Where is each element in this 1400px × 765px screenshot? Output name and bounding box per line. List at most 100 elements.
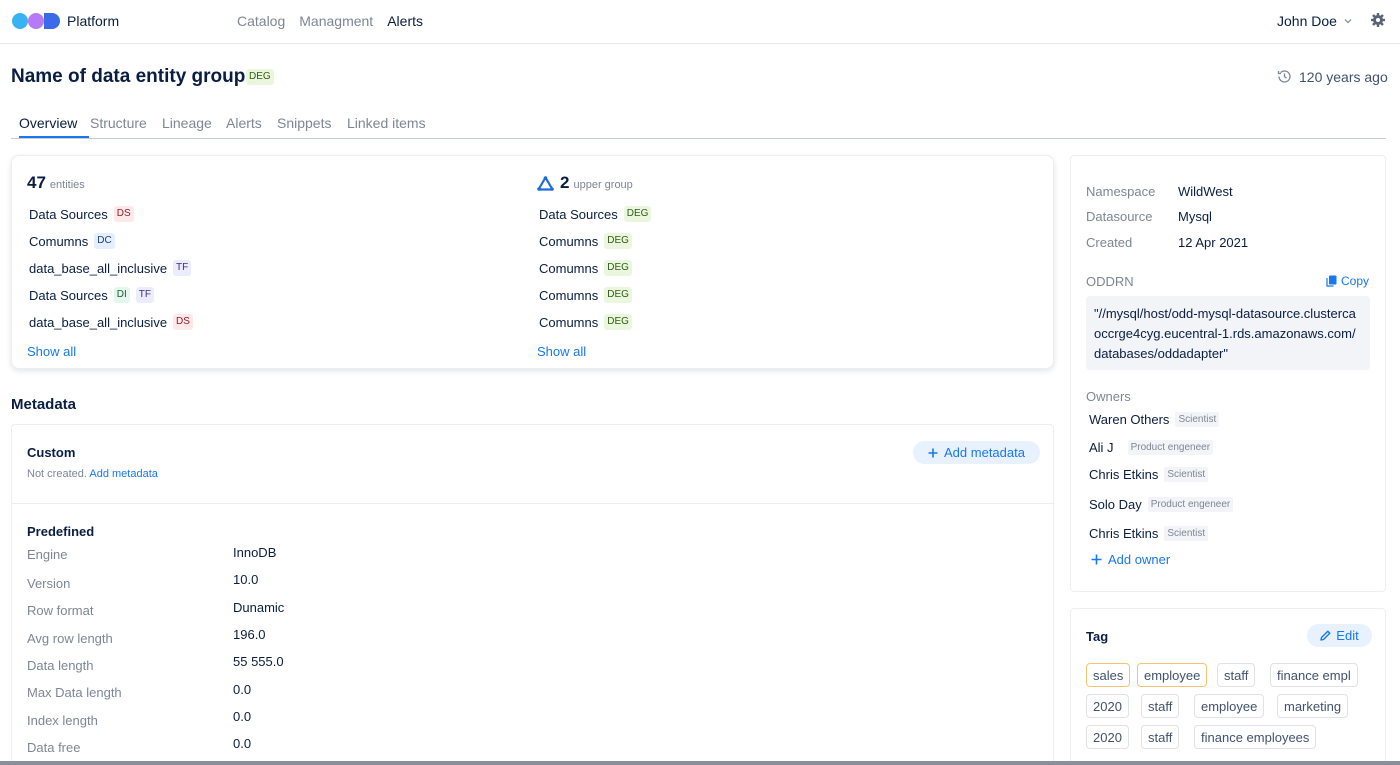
top-navbar: Platform Catalog Managment Alerts John D…: [0, 0, 1400, 44]
platform-logo[interactable]: [12, 13, 60, 29]
tag-item[interactable]: employee: [1194, 694, 1265, 718]
tag-item[interactable]: finance empl: [1270, 663, 1358, 687]
owner-role-badge: Product engeneer: [1127, 440, 1214, 455]
upper-group-item[interactable]: Comumns DEG: [539, 233, 632, 249]
upper-group-badge: DEG: [604, 287, 632, 303]
metadata-value: Dunamic: [233, 600, 285, 615]
upper-group-name: Comumns: [539, 260, 599, 276]
namespace-label: Namespace: [1086, 184, 1156, 199]
add-owner-button[interactable]: Add owner: [1091, 552, 1170, 567]
tab-structure[interactable]: Structure: [90, 115, 147, 139]
upper-group-badge: DEG: [623, 206, 652, 222]
entity-item[interactable]: data_base_all_inclusive TF: [29, 260, 192, 276]
metadata-section-title: Metadata: [11, 396, 77, 413]
tag-item[interactable]: finance employees: [1194, 725, 1317, 749]
tag-item[interactable]: staff: [1141, 694, 1180, 718]
entity-type-badge: DS: [173, 314, 193, 330]
metadata-label: Engine: [27, 547, 68, 562]
entity-name: Data Sources: [29, 206, 108, 222]
upper-group-count-value: 2: [560, 173, 570, 192]
tag-item[interactable]: marketing: [1277, 694, 1349, 718]
entities-count-value: 47: [27, 173, 46, 192]
upper-group-badge: DEG: [604, 314, 632, 330]
entities-count-label: entities: [49, 179, 85, 191]
tag-item[interactable]: staff: [1217, 663, 1256, 687]
oddrn-label: ODDRN: [1086, 274, 1134, 289]
namespace-value: WildWest: [1178, 184, 1233, 199]
metadata-value: 196.0: [233, 627, 266, 642]
tab-linked-items[interactable]: Linked items: [347, 115, 426, 139]
owner-item[interactable]: Waren Others Scientist: [1089, 412, 1220, 427]
upper-group-item[interactable]: Comumns DEG: [539, 260, 632, 276]
created-label: Created: [1086, 235, 1133, 250]
entities-show-all-link[interactable]: Show all: [27, 344, 76, 359]
oddrn-value: "//mysql/host/odd-mysql-datasource.clust…: [1086, 296, 1370, 370]
entity-item[interactable]: Comumns DC: [29, 233, 115, 249]
tags-card: Tag Edit sales employee staff finance em…: [1070, 608, 1386, 765]
metadata-value: 0.0: [233, 736, 252, 751]
entity-name: data_base_all_inclusive: [29, 260, 168, 276]
tag-item[interactable]: sales: [1086, 663, 1131, 687]
tags-title: Tag: [1086, 629, 1109, 644]
owner-item[interactable]: Chris Etkins Scientist: [1089, 526, 1209, 541]
upper-group-item[interactable]: Data Sources DEG: [539, 206, 652, 222]
tab-snippets[interactable]: Snippets: [277, 115, 331, 139]
metadata-label: Data length: [27, 658, 94, 673]
entity-type-badge: DS: [113, 206, 134, 222]
owner-item[interactable]: Chris Etkins Scientist: [1089, 467, 1209, 482]
tag-item[interactable]: 2020: [1086, 694, 1129, 718]
nav-catalog[interactable]: Catalog: [237, 13, 285, 29]
metadata-label: Data free: [27, 740, 81, 755]
entity-name: data_base_all_inclusive: [29, 314, 168, 330]
user-menu[interactable]: John Doe: [1277, 13, 1353, 29]
nav-alerts[interactable]: Alerts: [387, 13, 423, 29]
upper-group-item[interactable]: Comumns DEG: [539, 287, 632, 303]
user-name: John Doe: [1277, 13, 1337, 29]
upper-group-item[interactable]: Comumns DEG: [539, 314, 632, 330]
metadata-card: Custom Not created. Add metadata Add met…: [11, 424, 1054, 765]
tag-item[interactable]: staff: [1141, 725, 1180, 749]
edit-tags-button[interactable]: Edit: [1307, 624, 1372, 647]
copy-label: Copy: [1341, 274, 1370, 288]
tag-item[interactable]: 2020: [1086, 725, 1129, 749]
upper-group-name: Data Sources: [539, 206, 618, 222]
entity-name: Data Sources: [29, 287, 108, 303]
entity-item[interactable]: data_base_all_inclusive DS: [29, 314, 193, 330]
add-metadata-button-label: Add metadata: [944, 445, 1025, 460]
entity-type-badge: DC: [94, 233, 115, 249]
entity-item[interactable]: Data Sources DS: [29, 206, 134, 222]
metadata-label: Max Data length: [27, 685, 122, 700]
tab-bar: Overview Structure Lineage Alerts Snippe…: [11, 115, 1386, 139]
metadata-label: Version: [27, 576, 71, 591]
upper-group-name: Comumns: [539, 233, 599, 249]
owner-item[interactable]: Solo Day Product engeneer: [1089, 497, 1234, 512]
metadata-value: InnoDB: [233, 545, 277, 560]
owner-item[interactable]: Ali J Product engeneer: [1089, 440, 1214, 455]
owner-role-badge: Scientist: [1164, 526, 1209, 541]
tag-item[interactable]: employee: [1137, 663, 1208, 687]
entity-item[interactable]: Data Sources DI TF: [29, 287, 154, 303]
tab-alerts[interactable]: Alerts: [226, 115, 262, 139]
metadata-value: 0.0: [233, 709, 252, 724]
tab-lineage[interactable]: Lineage: [162, 115, 212, 139]
entity-type-badge: DEG: [246, 69, 274, 85]
nav-management[interactable]: Managment: [299, 13, 373, 29]
predefined-metadata-title: Predefined: [27, 524, 95, 539]
add-owner-label: Add owner: [1108, 552, 1171, 567]
custom-metadata-empty: Not created. Add metadata: [27, 468, 158, 480]
upper-group-count-label: upper group: [573, 179, 633, 191]
brand-name[interactable]: Platform: [67, 13, 119, 29]
upper-group-show-all-link[interactable]: Show all: [537, 344, 586, 359]
metadata-label: Avg row length: [27, 631, 113, 646]
upper-group-icon: [537, 175, 554, 191]
updated-time: 120 years ago: [1276, 68, 1388, 85]
created-value: 12 Apr 2021: [1178, 235, 1249, 250]
metadata-value: 0.0: [233, 682, 252, 697]
entity-name: Comumns: [29, 233, 89, 249]
divider: [12, 503, 1053, 504]
owners-label: Owners: [1086, 389, 1131, 404]
add-metadata-link[interactable]: Add metadata: [89, 468, 158, 480]
gear-icon[interactable]: [1370, 12, 1386, 28]
copy-oddrn-button[interactable]: Copy: [1326, 274, 1369, 288]
add-metadata-button[interactable]: Add metadata: [913, 441, 1040, 464]
